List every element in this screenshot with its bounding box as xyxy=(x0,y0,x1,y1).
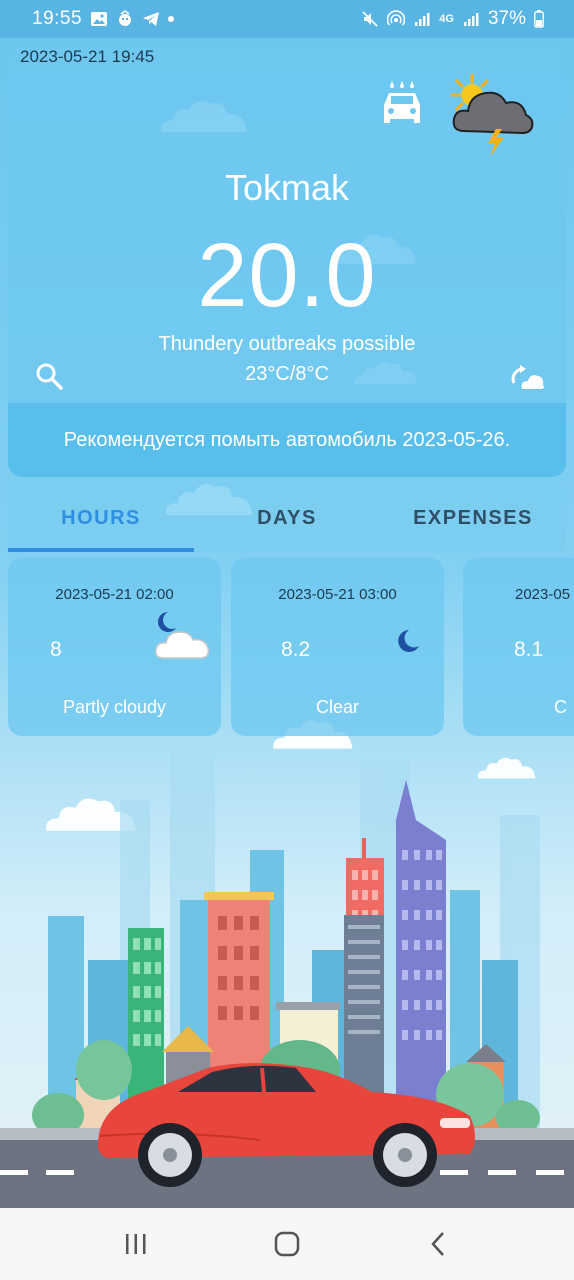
signal-2-icon xyxy=(463,13,479,26)
hour-time: 2023-05-21 02:00 xyxy=(55,586,174,603)
active-tab-indicator xyxy=(8,548,194,552)
tab-expenses[interactable]: EXPENSES xyxy=(380,483,566,553)
gallery-notification-icon xyxy=(91,12,108,26)
hour-card[interactable]: 2023-05-21 02:00 8 Partly cloudy xyxy=(8,558,221,736)
current-temperature: 20.0 xyxy=(197,226,377,326)
moon-cloud-icon xyxy=(154,612,210,659)
home-icon xyxy=(274,1231,300,1257)
hour-description: Clear xyxy=(315,697,359,717)
status-right: 4G 37% xyxy=(361,8,544,30)
city-car-illustration xyxy=(0,752,574,1208)
search-icon[interactable] xyxy=(34,361,64,391)
hour-description: C xyxy=(554,697,567,717)
current-weather-card: 2023-05-21 19:45 Tokmak 20.0 Thundery ou… xyxy=(8,43,566,477)
status-bar: 19:55 4G 37% xyxy=(0,0,574,38)
weather-condition: Thundery outbreaks possible xyxy=(158,333,416,355)
thunder-cloud-sun-icon xyxy=(450,73,534,157)
system-navigation-bar xyxy=(0,1208,574,1280)
temperature-range: 23°C/8°C xyxy=(245,363,329,385)
city-name: Tokmak xyxy=(224,167,350,208)
hour-time: 2023-05-21 03:00 xyxy=(278,586,397,603)
tab-hours[interactable]: HOURS xyxy=(8,483,194,553)
battery-icon xyxy=(534,10,544,28)
recommendation-text: Рекомендуется помыть автомобиль 2023-05-… xyxy=(63,428,511,451)
hour-temperature: 8.2 xyxy=(281,638,311,661)
observation-timestamp: 2023-05-21 19:45 xyxy=(20,47,155,66)
car-wash-recommendation: Рекомендуется помыть автомобиль 2023-05-… xyxy=(8,403,566,477)
hourly-forecast-list[interactable]: 2023-05-21 02:00 8 Partly cloudy 2023-05… xyxy=(0,558,574,738)
back-icon xyxy=(431,1232,445,1256)
recent-apps-button[interactable] xyxy=(116,1224,156,1264)
telegram-notification-icon xyxy=(143,12,160,26)
signal-1-icon xyxy=(415,13,430,26)
mute-icon xyxy=(362,11,378,27)
network-type: 4G xyxy=(439,12,454,25)
recent-apps-icon xyxy=(125,1234,146,1254)
hour-card[interactable]: 2023-05 8.1 C xyxy=(463,558,574,736)
hour-time: 2023-05 xyxy=(515,586,571,603)
home-button[interactable] xyxy=(267,1224,307,1264)
battery-percent: 37% xyxy=(487,8,526,29)
hour-card[interactable]: 2023-05-21 03:00 8.2 Clear xyxy=(231,558,444,736)
location-refresh-icon[interactable] xyxy=(510,361,546,393)
status-time: 19:55 xyxy=(32,8,83,29)
hour-temperature: 8 xyxy=(50,638,62,661)
moon-icon xyxy=(398,630,419,652)
app-notification-icon xyxy=(119,10,132,26)
hour-description: Partly cloudy xyxy=(62,697,167,717)
tab-days[interactable]: DAYS xyxy=(194,483,380,553)
back-button[interactable] xyxy=(418,1224,458,1264)
hotspot-icon xyxy=(387,10,406,26)
status-left: 19:55 xyxy=(32,8,175,30)
more-notifications-dot xyxy=(168,16,175,22)
car-wash-icon xyxy=(384,81,420,123)
hour-temperature: 8.1 xyxy=(514,638,544,661)
forecast-tabs: HOURS DAYS EXPENSES xyxy=(8,483,566,553)
